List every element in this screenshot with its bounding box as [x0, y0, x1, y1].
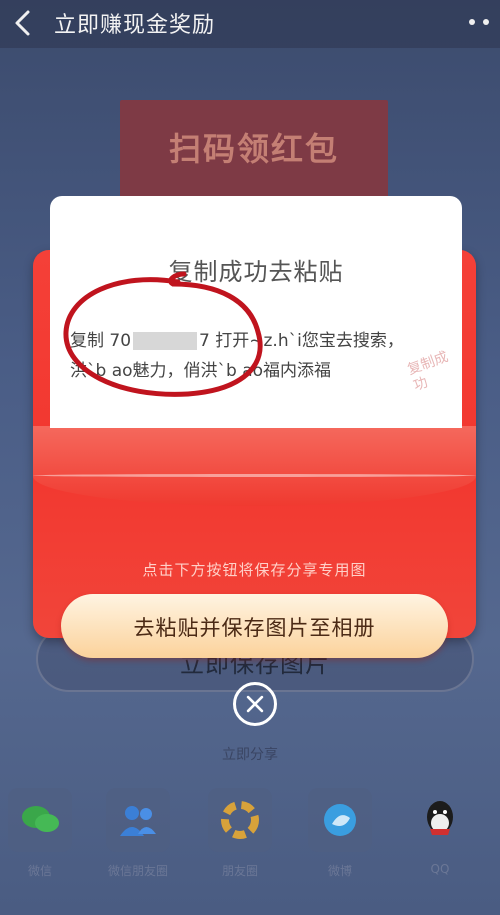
- paste-and-save-label: 去粘贴并保存图片至相册: [133, 616, 376, 640]
- more-dots-icon[interactable]: [468, 12, 492, 32]
- share-label: 朋友圈: [221, 864, 258, 878]
- poster-title: 扫码领红包: [168, 130, 339, 168]
- contacts-icon: [106, 788, 170, 852]
- page-title: 立即赚现金奖励: [54, 13, 216, 38]
- copy-text-suffix: 7 打开~z.h`i您宝去搜索，: [199, 331, 404, 351]
- copy-text-line2: 洪`b ao魅力，俏洪`b ao福内添福: [70, 361, 332, 381]
- share-item-qq: QQ: [400, 788, 480, 876]
- share-label: 微信: [27, 864, 52, 878]
- envelope-flap: [33, 426, 476, 506]
- share-label: QQ: [430, 862, 450, 876]
- share-item-moments: 朋友圈: [200, 788, 280, 879]
- background-poster: 扫码领红包: [120, 100, 388, 210]
- share-label: 微信朋友圈: [107, 864, 168, 878]
- redacted-code: [133, 332, 198, 350]
- copied-password-text: 复制 70 7 打开~z.h`i您宝去搜索， 洪`b ao魅力，俏洪`b ao福内…: [70, 326, 442, 386]
- wechat-icon: [8, 788, 72, 852]
- save-hint: 点击下方按钮将保存分享专用图: [142, 561, 367, 579]
- share-item-weibo: 微博: [300, 788, 380, 879]
- share-label: 微博: [327, 864, 352, 878]
- moments-icon: [208, 788, 272, 852]
- qq-icon: [408, 788, 472, 852]
- close-icon[interactable]: [233, 682, 277, 726]
- red-packet-modal: 点击下方按钮将保存分享专用图 去粘贴并保存图片至相册 复制成功去粘贴 复制 70…: [33, 196, 476, 658]
- top-bar: 立即赚现金奖励: [0, 0, 500, 48]
- weibo-icon: [308, 788, 372, 852]
- share-item-wechat: 微信: [0, 788, 80, 879]
- share-title: 立即分享: [222, 747, 278, 763]
- copy-success-title: 复制成功去粘贴: [168, 258, 344, 286]
- share-item-contacts: 微信朋友圈: [98, 788, 178, 879]
- share-row: 微信 微信朋友圈 朋友圈 微博 QQ: [0, 788, 500, 888]
- copy-success-card: 复制成功去粘贴 复制 70 7 打开~z.h`i您宝去搜索， 洪`b ao魅力，俏…: [50, 196, 462, 428]
- copy-text-prefix: 复制 70: [70, 331, 132, 351]
- paste-and-save-button[interactable]: 去粘贴并保存图片至相册: [61, 594, 448, 658]
- chevron-left-icon[interactable]: [8, 8, 38, 38]
